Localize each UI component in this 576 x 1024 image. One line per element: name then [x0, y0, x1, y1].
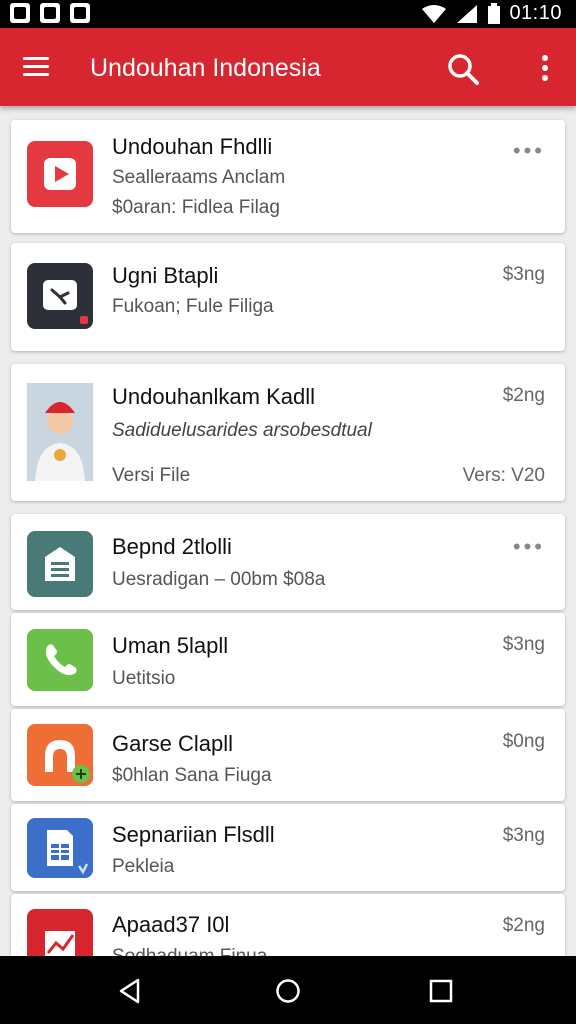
status-time: 01:10 — [509, 2, 562, 24]
home-icon[interactable] — [275, 978, 301, 1004]
item-subtitle: Sadiduelusarides arsobesdtual — [112, 420, 372, 441]
app-list: Undouhan Fhdlli Sealleraams Anclam $0ara… — [0, 106, 576, 956]
item-title: Ugni Btapli — [112, 263, 219, 288]
item-title: Sepnariian Flsdll — [112, 822, 275, 847]
item-price: $3ng — [502, 264, 545, 285]
menu-button[interactable] — [20, 55, 52, 79]
app-icon — [27, 383, 93, 481]
arch-icon — [45, 740, 90, 783]
phone-icon — [45, 644, 77, 676]
list-item[interactable]: Sepnariian Flsdll Pekleia $3ng — [11, 804, 565, 891]
app-icon — [27, 818, 93, 878]
document-icon — [47, 830, 89, 875]
item-title: Undouhanlkam Kadll — [112, 384, 316, 409]
item-price: $3ng — [502, 825, 545, 846]
item-version: Vers: V20 — [462, 465, 545, 486]
app-bar: Undouhan Indonesia — [0, 28, 576, 106]
item-subtitle: Fukoan; Fule Filiga — [112, 296, 274, 317]
item-title: Undouhan Fhdlli — [112, 134, 273, 159]
chart-icon — [45, 931, 75, 956]
overflow-menu-button[interactable] — [533, 52, 557, 86]
search-button[interactable] — [446, 52, 480, 86]
notification-icons — [10, 3, 90, 23]
search-icon — [448, 54, 479, 85]
wifi-icon — [422, 4, 447, 23]
item-price: $0ng — [502, 731, 545, 752]
item-subtitle: $0hlan Sana Fiuga — [112, 765, 272, 786]
app-icon — [27, 531, 93, 597]
navigation-bar — [0, 956, 576, 1024]
list-item[interactable]: Uman 5lapll Uetitsio $3ng — [11, 613, 565, 706]
item-title: Bepnd 2tlolli — [112, 534, 232, 559]
item-price: $2ng — [502, 385, 545, 406]
battery-icon — [488, 2, 501, 24]
more-vert-icon — [542, 55, 548, 81]
item-title: Uman 5lapll — [112, 633, 229, 658]
list-item[interactable]: Undouhanlkam Kadll Sadiduelusarides arso… — [11, 364, 565, 501]
item-subtitle: Sealleraams Anclam — [112, 167, 286, 188]
item-subtitle: Sodhaduam Finua — [112, 946, 267, 956]
mail-notification-icon — [70, 3, 90, 23]
app-title: Undouhan Indonesia — [90, 54, 321, 82]
status-bar: 01:10 — [0, 0, 576, 28]
list-item[interactable]: Undouhan Fhdlli Sealleraams Anclam $0ara… — [11, 120, 565, 233]
item-price: $2ng — [502, 915, 545, 936]
item-more-button[interactable]: ••• — [513, 140, 545, 162]
recents-icon[interactable] — [429, 979, 453, 1003]
list-item[interactable]: Apaad37 I0l Sodhaduam Finua $2ng — [11, 894, 565, 956]
app-icon — [27, 629, 93, 691]
back-icon[interactable] — [118, 978, 142, 1004]
item-more-button[interactable]: ••• — [513, 536, 545, 558]
item-price: $3ng — [502, 634, 545, 655]
tools-icon — [43, 280, 88, 324]
item-subtitle: Uetitsio — [112, 668, 176, 689]
signal-icon — [457, 4, 478, 23]
item-title: Garse Clapll — [112, 731, 234, 756]
list-item[interactable]: Ugni Btapli Fukoan; Fule Filiga $3ng — [11, 243, 565, 351]
app-icon — [27, 909, 93, 956]
item-detail: $0aran: Fidlea Filag — [112, 197, 280, 218]
image-notification-icon — [40, 3, 60, 23]
list-item[interactable]: Bepnd 2tlolli Uesradigan – 00bm $08a ••• — [11, 514, 565, 610]
avatar-icon — [27, 383, 93, 481]
item-version-label: Versi File — [112, 465, 191, 486]
play-icon — [44, 158, 76, 190]
app-icon — [27, 263, 93, 329]
app-icon — [27, 724, 93, 786]
app-icon — [27, 141, 93, 207]
item-subtitle: Uesradigan – 00bm $08a — [112, 569, 326, 590]
item-title: Apaad37 I0l — [112, 912, 230, 937]
item-subtitle: Pekleia — [112, 856, 175, 877]
list-item[interactable]: Garse Clapll $0hlan Sana Fiuga $0ng — [11, 709, 565, 801]
building-icon — [45, 547, 75, 581]
notification-icon — [10, 3, 30, 23]
